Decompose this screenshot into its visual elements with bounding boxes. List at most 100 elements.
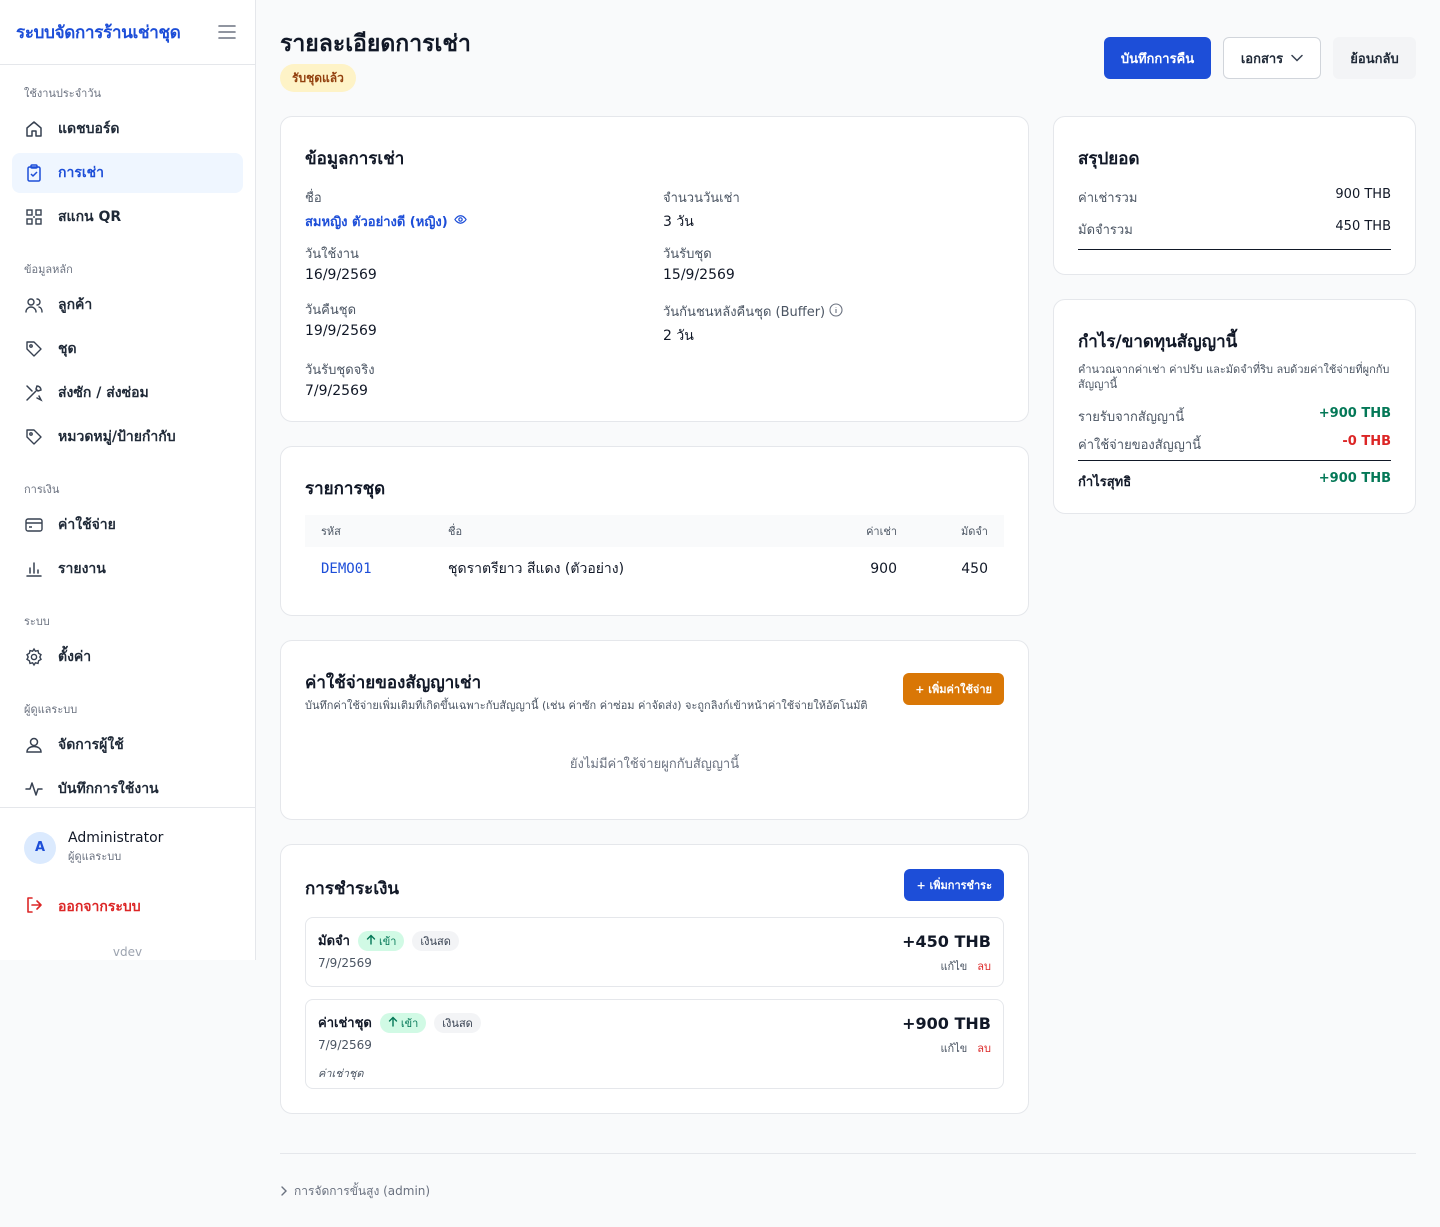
contract-expenses-card: ค่าใช้จ่ายของสัญญาเช่า บันทึกค่าใช้จ่ายเ…	[280, 640, 1029, 820]
sidebar-item-label: ตั้งค่า	[58, 649, 92, 665]
payment-type: มัดจำ	[318, 934, 350, 949]
footer-divider	[280, 1153, 1416, 1154]
info-icon[interactable]	[829, 302, 843, 321]
payment-note: ค่าเช่าชุด	[318, 1067, 364, 1080]
field-value: 2 วัน	[663, 328, 694, 344]
profit-description: คำนวณจากค่าเช่า ค่าปรับ และมัดจำที่ริบ ล…	[1078, 363, 1390, 391]
item-code-link[interactable]: DEMO01	[321, 561, 372, 577]
field-label: วันใช้งาน	[305, 247, 359, 262]
section-finance: การเงิน	[24, 483, 60, 496]
direction-label: เข้า	[378, 934, 397, 948]
edit-payment-button[interactable]: แก้ไข	[940, 957, 967, 975]
field-use-date: วันใช้งาน 16/9/2569	[305, 243, 377, 283]
method-badge: เงินสด	[434, 1012, 481, 1033]
summary-divider	[1078, 249, 1391, 250]
col-deposit: มัดจำ	[960, 525, 988, 538]
direction-label: เข้า	[400, 1016, 419, 1030]
summary-deposit-row: มัดจำรวม 450 THB	[1078, 219, 1391, 240]
field-value: 19/9/2569	[305, 323, 377, 339]
profit-card: กำไร/ขาดทุนสัญญานี้ คำนวณจากค่าเช่า ค่าป…	[1053, 299, 1416, 514]
label-icon	[24, 427, 44, 447]
payment-item: ค่าเช่าชุด เข้า เงินสด 7/9/2569 ค่าเช่าช…	[305, 999, 1004, 1089]
sidebar-item-reports[interactable]: รายงาน	[12, 549, 243, 589]
field-return-date: วันคืนชุด 19/9/2569	[305, 299, 377, 339]
expenses-empty-state: ยังไม่มีค่าใช้จ่ายผูกกับสัญญานี้	[569, 757, 740, 772]
profit-value: +900 THB	[1318, 406, 1391, 421]
section-daily: ใช้งานประจำวัน	[24, 87, 102, 100]
field-days: จำนวนวันเช่า 3 วัน	[663, 187, 740, 233]
sidebar-item-scan-qr[interactable]: สแกน QR	[12, 197, 243, 237]
add-payment-button[interactable]: + เพิ่มการชำระ	[904, 869, 1004, 901]
sidebar-item-expenses[interactable]: ค่าใช้จ่าย	[12, 505, 243, 545]
chevron-right-icon	[280, 1185, 288, 1199]
payment-date: 7/9/2569	[318, 956, 372, 970]
sidebar-item-rentals[interactable]: การเช่า	[12, 153, 243, 193]
sidebar-item-label: ลูกค้า	[58, 297, 93, 313]
sidebar-item-label: รายงาน	[58, 561, 106, 577]
field-value: 16/9/2569	[305, 267, 377, 283]
field-label: วันคืนชุด	[305, 303, 357, 318]
sidebar-item-label: การเช่า	[58, 165, 105, 181]
sidebar-item-label: ชุด	[58, 341, 77, 357]
delete-payment-button[interactable]: ลบ	[977, 1039, 991, 1057]
rental-info-card: ข้อมูลการเช่า ชื่อ สมหญิง ตัวอย่างดี (หญ…	[280, 116, 1029, 422]
user-name: Administrator	[68, 830, 164, 846]
sidebar-item-outfits[interactable]: ชุด	[12, 329, 243, 369]
expenses-title: ค่าใช้จ่ายของสัญญาเช่า	[305, 673, 482, 693]
sidebar-item-audit-log[interactable]: บันทึกการใช้งาน	[12, 769, 243, 809]
sidebar-item-customers[interactable]: ลูกค้า	[12, 285, 243, 325]
menu-icon[interactable]	[215, 20, 239, 44]
tools-icon	[24, 383, 44, 403]
brand-title[interactable]: ระบบจัดการร้านเช่าชุด	[16, 19, 181, 46]
add-expense-button[interactable]: + เพิ่มค่าใช้จ่าย	[903, 673, 1004, 705]
payment-item: มัดจำ เข้า เงินสด 7/9/2569 +450 THB แก้ไ…	[305, 917, 1004, 987]
payment-date: 7/9/2569	[318, 1038, 372, 1052]
field-value: 15/9/2569	[663, 267, 735, 283]
sidebar: ระบบจัดการร้านเช่าชุด ใช้งานประจำวัน แดช…	[0, 0, 256, 960]
customer-link[interactable]: สมหญิง ตัวอย่างดี (หญิง)	[305, 211, 467, 232]
col-rent: ค่าเช่า	[866, 525, 897, 538]
logout-button[interactable]: ออกจากระบบ	[24, 895, 231, 919]
summary-value: 450 THB	[1335, 219, 1391, 234]
summary-label: ค่าเช่ารวม	[1078, 191, 1138, 206]
section-master: ข้อมูลหลัก	[24, 263, 73, 276]
customer-name: สมหญิง ตัวอย่างดี (หญิง)	[305, 215, 448, 230]
field-value: 3 วัน	[663, 214, 694, 230]
back-button[interactable]: ย้อนกลับ	[1333, 37, 1416, 79]
profit-cost-row: ค่าใช้จ่ายของสัญญานี้ -0 THB	[1078, 434, 1391, 455]
profit-label: กำไรสุทธิ	[1078, 475, 1132, 490]
sidebar-item-settings[interactable]: ตั้งค่า	[12, 637, 243, 677]
logout-label: ออกจากระบบ	[58, 899, 141, 915]
advanced-label: การจัดการขั้นสูง (admin)	[294, 1184, 431, 1198]
sidebar-item-label: สแกน QR	[58, 209, 122, 225]
documents-label: เอกสาร	[1240, 51, 1284, 67]
summary-rent-row: ค่าเช่ารวม 900 THB	[1078, 187, 1391, 208]
payment-amount: +900 THB	[902, 1014, 991, 1033]
field-actual-pickup: วันรับชุดจริง 7/9/2569	[305, 359, 375, 399]
home-icon	[24, 119, 44, 139]
col-name: ชื่อ	[448, 525, 463, 538]
eye-icon	[453, 213, 467, 230]
delete-payment-button[interactable]: ลบ	[977, 957, 991, 975]
payments-card: การชำระเงิน + เพิ่มการชำระ มัดจำ เข้า เง…	[280, 844, 1029, 1114]
sidebar-item-users[interactable]: จัดการผู้ใช้	[12, 725, 243, 765]
field-label: จำนวนวันเช่า	[663, 191, 740, 206]
sidebar-item-laundry[interactable]: ส่งซัก / ส่งซ่อม	[12, 373, 243, 413]
table-row: DEMO01 ชุดราตรียาว สีแดง (ตัวอย่าง) 900 …	[305, 547, 1004, 591]
items-table: รหัส ชื่อ ค่าเช่า มัดจำ DEMO01 ชุดราตรีย…	[305, 515, 1004, 591]
edit-payment-button[interactable]: แก้ไข	[940, 1039, 967, 1057]
record-return-button[interactable]: บันทึกการคืน	[1104, 37, 1211, 79]
sidebar-footer: A Administrator ผู้ดูแลระบบ ออกจากระบบ v…	[0, 807, 255, 959]
profit-label: ค่าใช้จ่ายของสัญญานี้	[1078, 438, 1202, 453]
chevron-down-icon	[1291, 51, 1303, 66]
arrow-up-icon	[366, 934, 376, 948]
col-code: รหัส	[321, 525, 341, 538]
summary-label: มัดจำรวม	[1078, 223, 1133, 238]
advanced-admin-toggle[interactable]: การจัดการขั้นสูง (admin)	[280, 1182, 430, 1201]
field-pickup-date: วันรับชุด 15/9/2569	[663, 243, 735, 283]
sidebar-item-dashboard[interactable]: แดชบอร์ด	[12, 109, 243, 149]
sidebar-item-label: ค่าใช้จ่าย	[58, 517, 116, 533]
sidebar-item-categories[interactable]: หมวดหมู่/ป้ายกำกับ	[12, 417, 243, 457]
sidebar-item-label: จัดการผู้ใช้	[58, 737, 124, 753]
documents-dropdown[interactable]: เอกสาร	[1223, 37, 1321, 79]
